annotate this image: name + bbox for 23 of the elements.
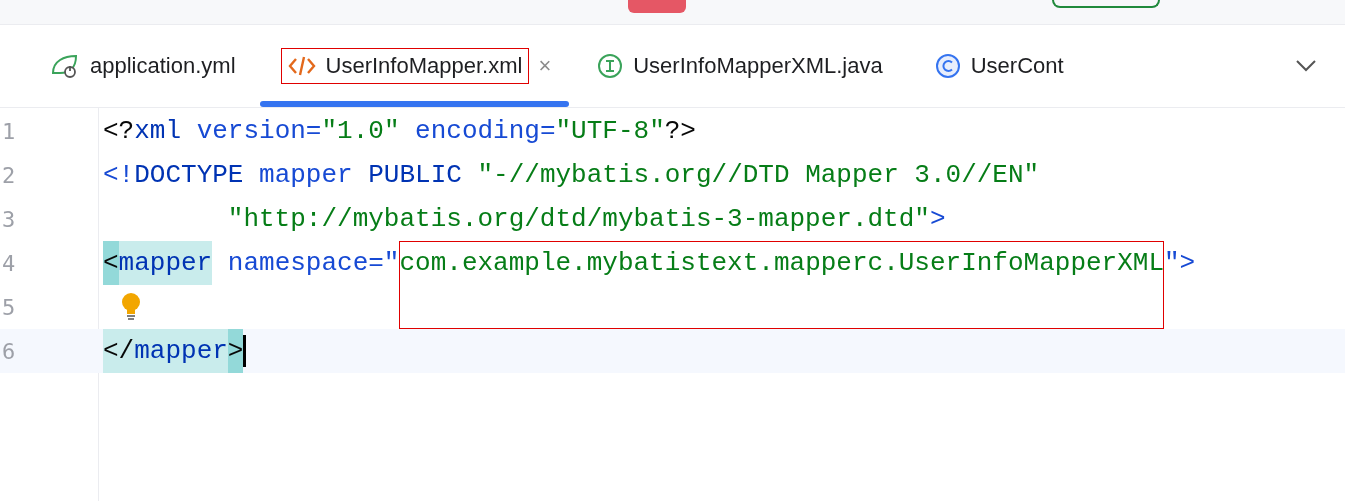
interface-icon [597, 53, 624, 79]
line-number: 1 [1, 118, 17, 144]
code-line: </mapper> [103, 329, 244, 373]
code-line: <mapper namespace="com.example.mybatistext.mapperc.UserInfoMapperXML"> [103, 241, 1196, 285]
editor-tab[interactable]: UserInfoMapperXML.java [569, 25, 907, 107]
code-icon [287, 54, 316, 78]
lightbulb-icon[interactable] [120, 292, 142, 322]
line-number: 3 [1, 206, 17, 232]
class-icon [934, 53, 961, 79]
close-tab-button[interactable]: × [538, 55, 552, 77]
status-pill [628, 0, 686, 13]
line-number: 6 [1, 338, 17, 364]
code-line: "http://mybatis.org/dtd/mybatis-3-mapper.dtd"> [227, 203, 946, 236]
chevron-down-icon[interactable] [1295, 59, 1317, 73]
line-number: 2 [1, 162, 17, 188]
line-number: 5 [1, 294, 17, 320]
line-number: 4 [1, 250, 17, 276]
editor-tab[interactable]: UserCont [906, 25, 1088, 107]
editor-tab[interactable]: UserInfoMapper.xml × [259, 25, 570, 107]
editor-tab[interactable]: application.yml [22, 25, 260, 107]
leaf-power-icon [50, 53, 80, 79]
code-line: <!DOCTYPE mapper PUBLIC "-//mybatis.org//DTD Mapper 3.0//EN" [103, 159, 1040, 192]
code-line: <?xml version="1.0" encoding="UTF-8"?> [103, 115, 696, 148]
